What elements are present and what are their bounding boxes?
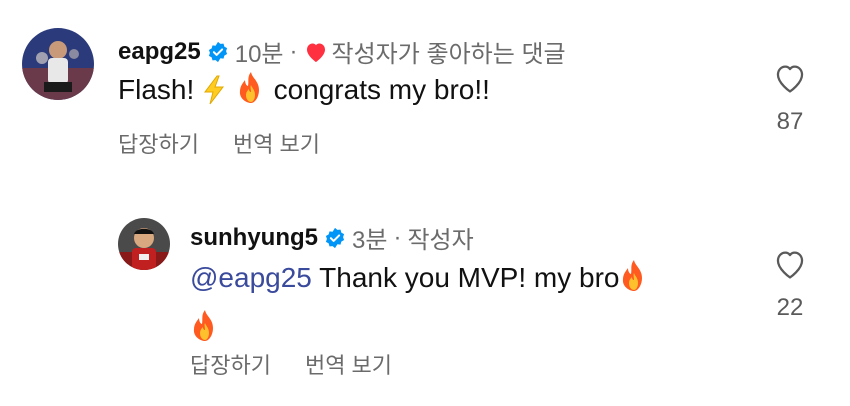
lightning-emoji-icon <box>202 74 228 118</box>
like-count: 87 <box>776 108 804 135</box>
reply-button[interactable]: 답장하기 <box>118 127 199 159</box>
heart-outline-icon[interactable] <box>773 62 807 94</box>
liked-by-author-label: 작성자가 좋아하는 댓글 <box>331 41 566 68</box>
fire-emoji-icon <box>236 71 266 118</box>
comment-text-body: Thank you MVP! my bro <box>319 262 620 293</box>
comment-actions: 답장하기 번역 보기 <box>118 127 320 159</box>
comment-text-start: Flash! <box>118 74 195 105</box>
comment-header: sunhyung5 3분 · 작성자 <box>190 220 474 255</box>
like-control: 22 <box>760 248 820 322</box>
avatar-image <box>22 28 94 100</box>
separator-dot: · <box>393 223 402 251</box>
mention-link[interactable]: @eapg25 <box>190 262 312 293</box>
comment-text-end: congrats my bro!! <box>273 74 490 105</box>
comment-eapg25: eapg25 10분 · 작성자가 좋아하는 댓글 Flash! congrat… <box>0 0 850 200</box>
like-count: 22 <box>776 294 804 321</box>
fire-emoji-icon <box>619 259 649 306</box>
heart-filled-icon <box>304 41 328 63</box>
avatar[interactable] <box>118 218 170 270</box>
translate-button[interactable]: 번역 보기 <box>305 348 392 380</box>
comment-text: Flash! congrats my bro!! <box>118 68 490 118</box>
reply-button[interactable]: 답장하기 <box>190 348 271 380</box>
verified-badge-icon <box>324 227 346 249</box>
avatar-image <box>118 218 170 270</box>
author-badge: 작성자 <box>407 227 474 254</box>
comment-actions: 답장하기 번역 보기 <box>190 348 392 380</box>
username[interactable]: eapg25 <box>118 38 201 66</box>
translate-button[interactable]: 번역 보기 <box>233 127 320 159</box>
comment-sunhyung5: sunhyung5 3분 · 작성자 @eapg25 Thank you MVP… <box>0 200 850 406</box>
heart-outline-icon[interactable] <box>773 248 807 280</box>
username[interactable]: sunhyung5 <box>190 224 318 252</box>
comment-header: eapg25 10분 · 작성자가 좋아하는 댓글 <box>118 34 566 69</box>
verified-badge-icon <box>207 41 229 63</box>
timestamp: 10분 <box>234 41 284 68</box>
comment-text: @eapg25 Thank you MVP! my bro <box>190 256 730 356</box>
avatar[interactable] <box>22 28 94 100</box>
separator-dot: · <box>289 37 298 65</box>
like-control: 87 <box>760 62 820 136</box>
timestamp: 3분 <box>352 227 388 254</box>
